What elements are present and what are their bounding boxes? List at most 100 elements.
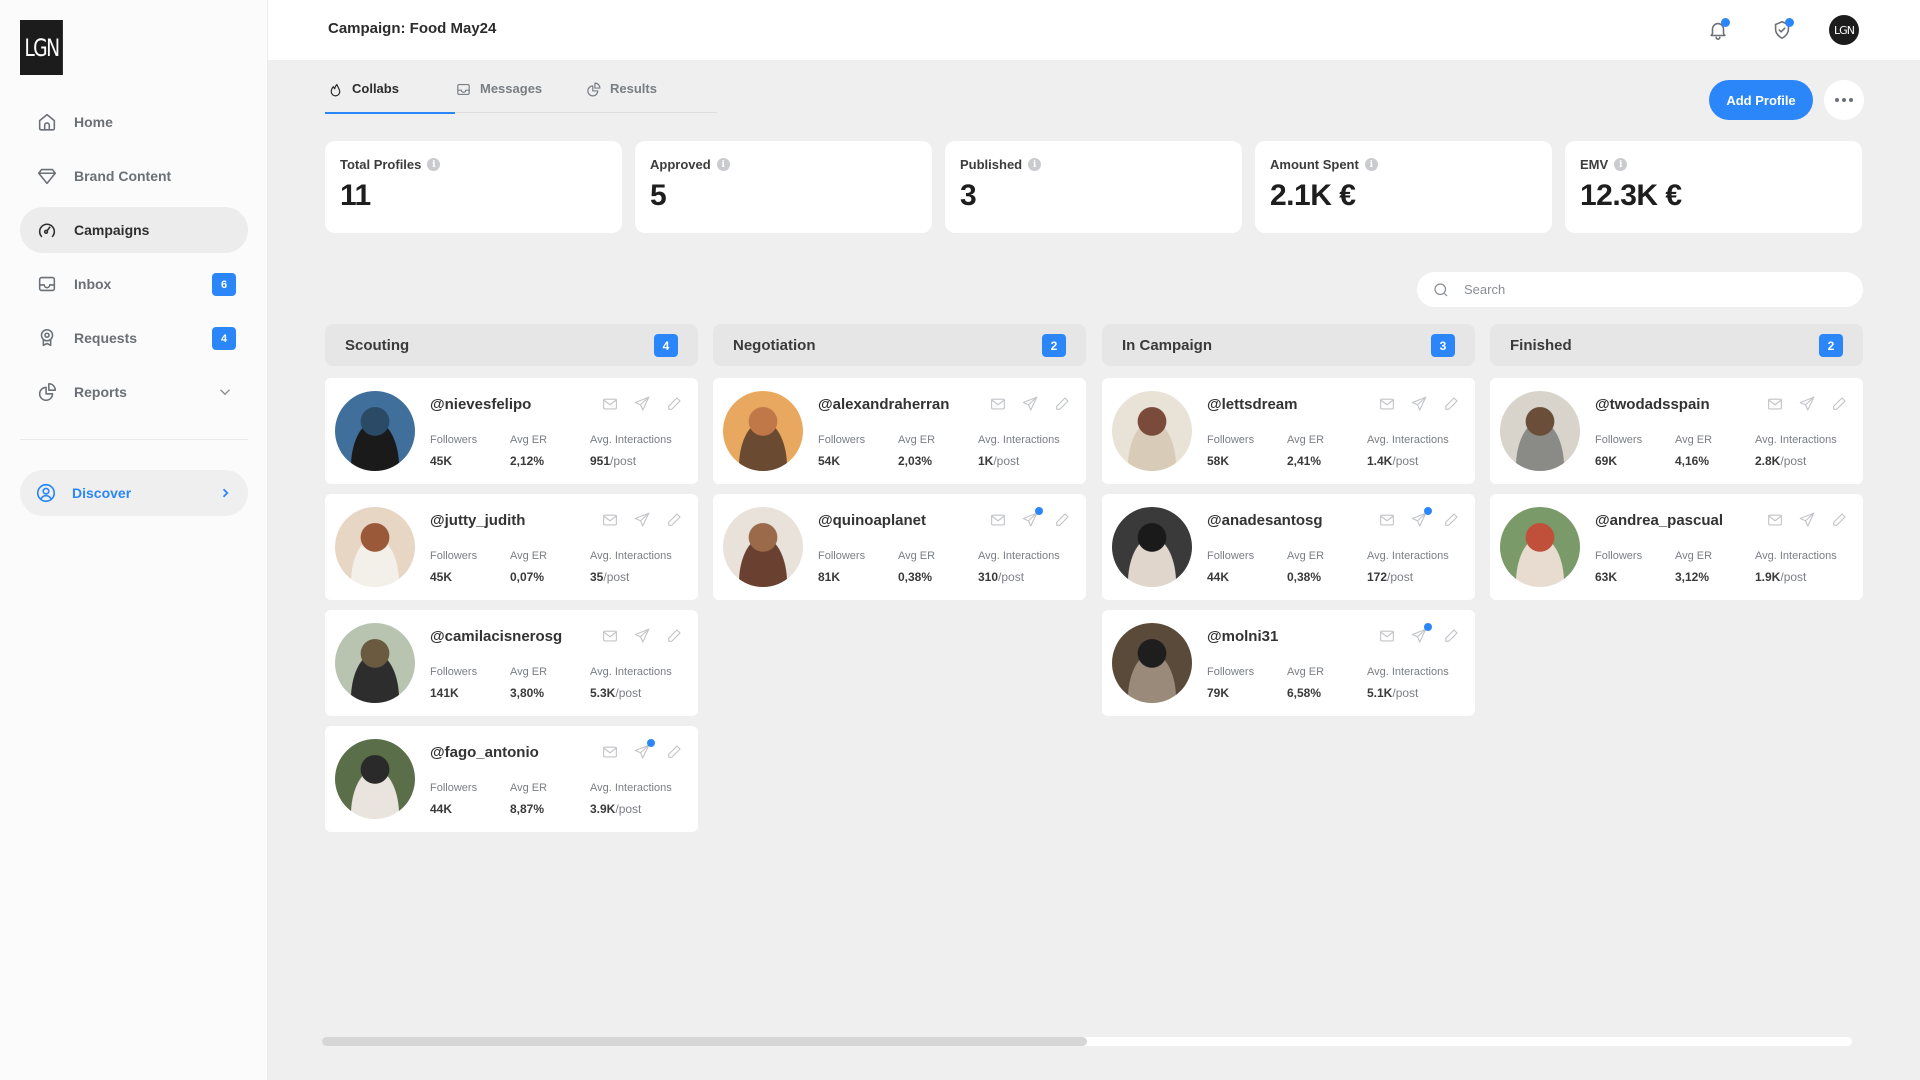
inbox-icon [35,272,59,296]
mail-icon[interactable] [1378,395,1397,414]
info-icon[interactable]: i [1028,158,1042,171]
search-input[interactable] [1464,282,1844,297]
er-metric: Avg ER 0,38% [1287,550,1324,584]
profile-avatar[interactable] [723,391,803,471]
profile-card[interactable]: @nievesfelipo Followers 45K Avg ER 2,12% Avg.… [325,378,698,484]
mail-icon[interactable] [1766,511,1785,530]
chevron-down-icon[interactable] [216,383,234,401]
send-icon[interactable] [633,395,652,414]
send-icon[interactable] [1021,507,1043,530]
profile-handle[interactable]: @andrea_pascual [1595,512,1723,529]
brand-logo[interactable]: LGN [20,20,63,75]
profile-handle[interactable]: @nievesfelipo [430,396,531,413]
profile-handle[interactable]: @quinoaplanet [818,512,926,529]
info-icon[interactable]: i [716,158,730,171]
mail-icon[interactable] [989,395,1008,414]
sidebar-item-requests[interactable]: Requests 4 [20,315,248,361]
profile-avatar[interactable] [1112,507,1192,587]
profile-handle[interactable]: @molni31 [1207,628,1278,645]
profile-handle[interactable]: @jutty_judith [430,512,525,529]
profile-card[interactable]: @quinoaplanet Followers 81K Avg ER 0,38% Avg.… [713,494,1086,600]
profile-avatar[interactable] [1500,391,1580,471]
profile-card[interactable]: @camilacisnerosg Followers 141K Avg ER 3,80%… [325,610,698,716]
edit-icon[interactable] [1830,395,1849,414]
profile-avatar[interactable] [335,507,415,587]
edit-icon[interactable] [665,627,684,646]
card-actions [601,627,684,646]
edit-icon[interactable] [1053,511,1072,530]
sidebar-item-reports[interactable]: Reports [20,369,248,415]
send-icon[interactable] [633,627,652,646]
profile-card[interactable]: @molni31 Followers 79K Avg ER 6,58% Avg. Inte… [1102,610,1475,716]
info-icon[interactable]: i [1614,158,1628,171]
send-icon[interactable] [633,739,655,762]
sidebar-item-home[interactable]: Home [20,99,248,145]
more-options-button[interactable] [1824,80,1864,120]
stat-value: 12.3K € [1580,179,1682,212]
mail-icon[interactable] [601,627,620,646]
er-metric: Avg ER 3,12% [1675,550,1712,584]
edit-icon[interactable] [665,395,684,414]
profile-handle[interactable]: @alexandraherran [818,396,949,413]
flame-icon [327,81,345,99]
scrollbar-thumb[interactable] [322,1037,1087,1046]
profile-card[interactable]: @andrea_pascual Followers 63K Avg ER 3,12% Av… [1490,494,1863,600]
send-icon[interactable] [633,511,652,530]
card-actions [989,395,1072,414]
send-icon[interactable] [1798,511,1817,530]
edit-icon[interactable] [1442,627,1461,646]
user-avatar[interactable]: LGN [1829,15,1859,45]
info-icon[interactable]: i [1364,158,1378,171]
mail-icon[interactable] [989,511,1008,530]
profile-card[interactable]: @alexandraherran Followers 54K Avg ER 2,03% A… [713,378,1086,484]
sidebar-item-brand-content[interactable]: Brand Content [20,153,248,199]
info-icon[interactable]: i [427,158,441,171]
profile-handle[interactable]: @fago_antonio [430,744,539,761]
profile-handle[interactable]: @twodadsspain [1595,396,1710,413]
profile-card[interactable]: @anadesantosg Followers 44K Avg ER 0,38% Avg.… [1102,494,1475,600]
metric-label: Followers [818,434,866,446]
edit-icon[interactable] [1053,395,1072,414]
sidebar-item-campaigns[interactable]: Campaigns [20,207,248,253]
profile-handle[interactable]: @anadesantosg [1207,512,1323,529]
edit-icon[interactable] [1442,395,1461,414]
horizontal-scrollbar[interactable] [322,1037,1852,1046]
tab-messages[interactable]: Messages [455,76,585,113]
send-icon[interactable] [1410,623,1432,646]
send-icon[interactable] [1021,395,1040,414]
profile-avatar[interactable] [723,507,803,587]
mail-icon[interactable] [601,511,620,530]
tab-collabs[interactable]: Collabs [325,76,455,114]
profile-avatar[interactable] [1112,391,1192,471]
add-profile-button[interactable]: Add Profile [1709,80,1813,120]
send-icon[interactable] [1798,395,1817,414]
tab-results[interactable]: Results [585,76,657,113]
mail-icon[interactable] [601,395,620,414]
profile-avatar[interactable] [335,391,415,471]
approvals-button[interactable] [1767,15,1797,45]
profile-avatar[interactable] [1112,623,1192,703]
send-icon[interactable] [1410,507,1432,530]
mail-icon[interactable] [1766,395,1785,414]
per-post-unit: /post [1392,454,1419,468]
mail-icon[interactable] [1378,627,1397,646]
profile-card[interactable]: @jutty_judith Followers 45K Avg ER 0,07% Avg.… [325,494,698,600]
profile-card[interactable]: @fago_antonio Followers 44K Avg ER 8,87% Avg.… [325,726,698,832]
profile-avatar[interactable] [335,739,415,819]
send-icon[interactable] [1410,395,1429,414]
edit-icon[interactable] [665,743,684,762]
edit-icon[interactable] [1830,511,1849,530]
sidebar-item-inbox[interactable]: Inbox 6 [20,261,248,307]
mail-icon[interactable] [601,743,620,762]
profile-card[interactable]: @twodadsspain Followers 69K Avg ER 4,16% Avg.… [1490,378,1863,484]
edit-icon[interactable] [665,511,684,530]
profile-avatar[interactable] [1500,507,1580,587]
profile-handle[interactable]: @camilacisnerosg [430,628,562,645]
profile-card[interactable]: @lettsdream Followers 58K Avg ER 2,41% Avg. I… [1102,378,1475,484]
notifications-button[interactable] [1703,15,1733,45]
profile-handle[interactable]: @lettsdream [1207,396,1298,413]
discover-button[interactable]: Discover [20,470,248,516]
edit-icon[interactable] [1442,511,1461,530]
profile-avatar[interactable] [335,623,415,703]
mail-icon[interactable] [1378,511,1397,530]
